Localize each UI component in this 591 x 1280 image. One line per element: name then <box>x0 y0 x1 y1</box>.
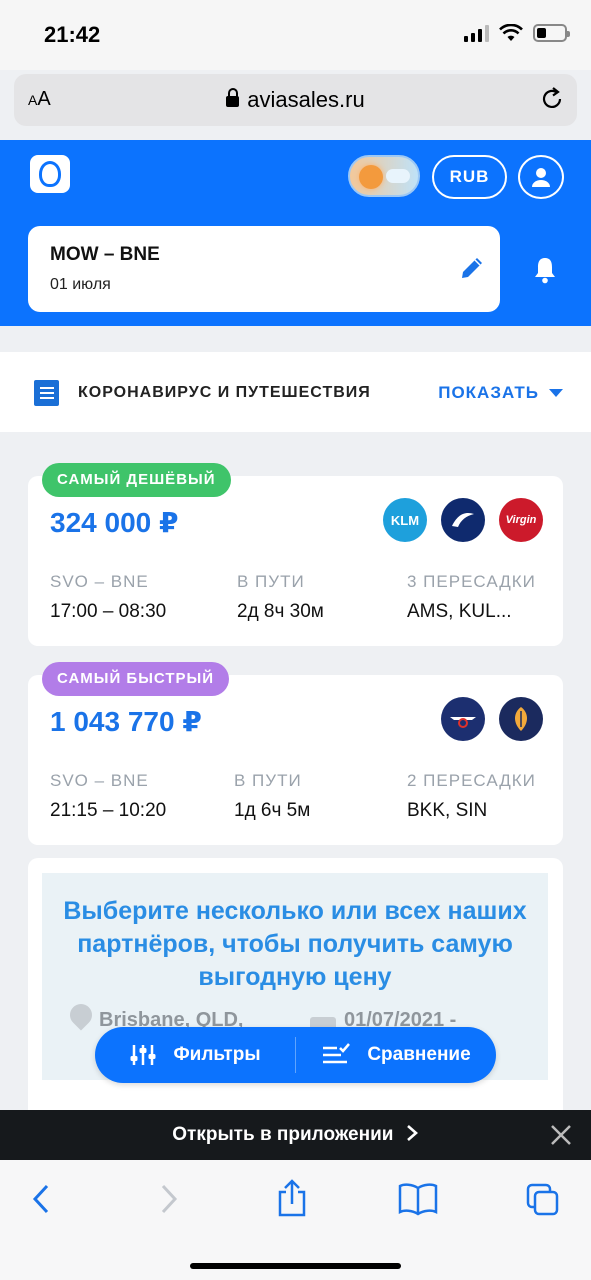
duration-value: 1д 6ч 5м <box>234 800 311 821</box>
aeroflot-logo-icon <box>441 697 485 741</box>
duration-value: 2д 8ч 30м <box>237 601 324 622</box>
profile-button[interactable] <box>518 155 564 199</box>
show-label: ПОКАЗАТЬ <box>438 383 539 402</box>
theme-toggle[interactable] <box>348 155 420 197</box>
floating-action-bar: Фильтры Сравнение <box>95 1027 496 1083</box>
coronavirus-title: КОРОНАВИРУС И ПУТЕШЕСТВИЯ <box>78 384 371 401</box>
search-summary-card[interactable]: MOW – BNE 01 июля <box>28 226 500 312</box>
url-field[interactable]: aviasales.ru <box>14 87 577 113</box>
sun-icon <box>359 165 383 189</box>
reload-icon[interactable] <box>539 86 565 112</box>
open-in-app-label: Открыть в приложении <box>172 1124 394 1145</box>
lock-icon <box>226 88 240 107</box>
browser-toolbar <box>0 1160 591 1280</box>
compare-list-icon <box>323 1043 351 1064</box>
app-header: RUB MOW – BNE 01 июля <box>0 140 591 326</box>
singapore-airlines-logo-icon <box>499 697 543 741</box>
tabs-icon[interactable] <box>525 1182 561 1218</box>
duration-label: В ПУТИ <box>234 771 302 790</box>
ticket-price: 324 000 ₽ <box>50 507 179 538</box>
compare-button[interactable]: Сравнение <box>296 1027 496 1083</box>
stops-label: 3 ПЕРЕСАДКИ <box>407 572 536 591</box>
route-label: SVO – BNE <box>50 771 149 790</box>
sliders-icon <box>130 1045 156 1065</box>
status-time: 21:42 <box>44 22 101 47</box>
ticket-price: 1 043 770 ₽ <box>50 706 202 737</box>
currency-button[interactable]: RUB <box>432 155 507 199</box>
cloud-icon <box>386 169 410 183</box>
address-bar[interactable]: AA aviasales.ru <box>14 74 577 126</box>
compare-label: Сравнение <box>367 1044 471 1065</box>
badge-fastest: САМЫЙ БЫСТРЫЙ <box>42 662 229 696</box>
show-button[interactable]: ПОКАЗАТЬ <box>438 383 563 403</box>
badge-cheapest: САМЫЙ ДЕШЁВЫЙ <box>42 463 231 497</box>
malaysia-airlines-logo-icon <box>441 498 485 542</box>
wifi-icon <box>499 24 523 41</box>
location-pin-icon <box>65 999 97 1031</box>
stops-value: BKK, SIN <box>407 800 488 821</box>
stops-value: AMS, KUL... <box>407 601 512 622</box>
edit-pencil-icon[interactable] <box>458 254 486 282</box>
signal-icon <box>464 24 489 42</box>
stops-label: 2 ПЕРЕСАДКИ <box>407 771 536 790</box>
flight-times: 17:00 – 08:30 <box>50 601 167 622</box>
back-icon[interactable] <box>30 1182 54 1216</box>
filters-label: Фильтры <box>173 1044 261 1065</box>
user-icon <box>532 168 550 187</box>
search-route: MOW – BNE <box>50 244 160 265</box>
open-in-app-link[interactable]: Открыть в приложении <box>0 1124 591 1146</box>
share-icon[interactable] <box>276 1178 308 1218</box>
chevron-right-icon <box>406 1125 418 1141</box>
aviasales-logo[interactable] <box>30 155 70 193</box>
status-bar: 21:42 <box>0 0 591 70</box>
virgin-logo-icon: Virgin <box>499 498 543 542</box>
forward-icon[interactable] <box>156 1182 180 1216</box>
ticket-card-fastest[interactable]: САМЫЙ БЫСТРЫЙ 1 043 770 ₽ SVO – BNE 21:1… <box>28 662 563 845</box>
klm-logo-icon: KLM <box>383 498 427 542</box>
filters-button[interactable]: Фильтры <box>95 1027 295 1083</box>
triangle-down-icon <box>549 389 563 397</box>
battery-icon <box>533 24 570 42</box>
bookmarks-icon[interactable] <box>398 1182 438 1216</box>
duration-label: В ПУТИ <box>237 572 305 591</box>
close-icon[interactable] <box>549 1123 573 1147</box>
route-label: SVO – BNE <box>50 572 149 591</box>
document-icon <box>34 380 59 406</box>
home-indicator <box>190 1263 401 1269</box>
ticket-card-cheapest[interactable]: САМЫЙ ДЕШЁВЫЙ 324 000 ₽ KLM Virgin SVO –… <box>28 463 563 646</box>
open-in-app-banner[interactable]: Открыть в приложении <box>0 1110 591 1160</box>
url-text: aviasales.ru <box>247 87 365 112</box>
search-date: 01 июля <box>50 276 111 293</box>
partners-headline: Выберите несколько или всех наших партнё… <box>63 897 527 991</box>
coronavirus-banner[interactable]: КОРОНАВИРУС И ПУТЕШЕСТВИЯ ПОКАЗАТЬ <box>0 352 591 432</box>
flight-times: 21:15 – 10:20 <box>50 800 167 821</box>
bell-icon[interactable] <box>530 255 560 285</box>
